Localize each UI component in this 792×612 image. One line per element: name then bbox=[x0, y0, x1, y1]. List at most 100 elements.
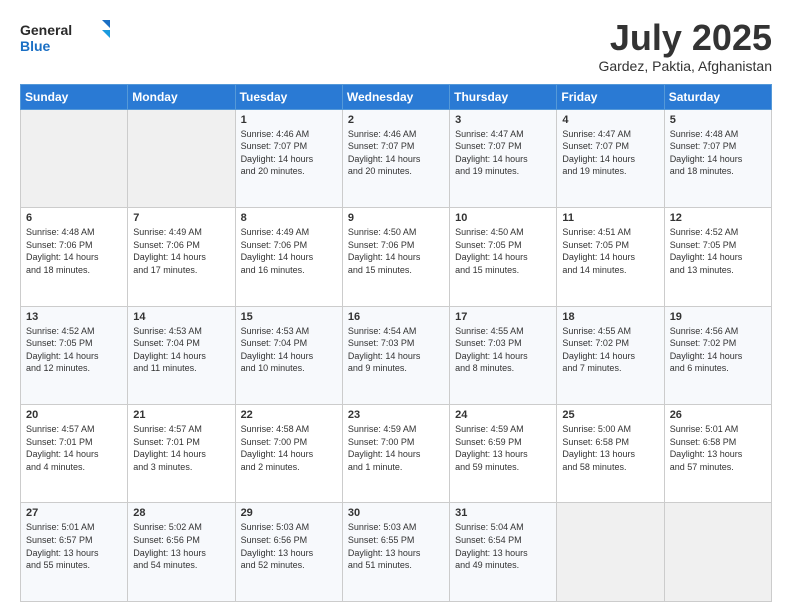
header-day-wednesday: Wednesday bbox=[342, 84, 449, 109]
day-cell: 14 Sunrise: 4:53 AM Sunset: 7:04 PM Dayli… bbox=[128, 306, 235, 404]
day-cell: 18 Sunrise: 4:55 AM Sunset: 7:02 PM Dayli… bbox=[557, 306, 664, 404]
day-number: 25 bbox=[562, 409, 658, 421]
day-info: Sunrise: 5:03 AM Sunset: 6:55 PM Dayligh… bbox=[348, 521, 444, 571]
day-number: 31 bbox=[455, 507, 551, 519]
day-info: Sunrise: 4:54 AM Sunset: 7:03 PM Dayligh… bbox=[348, 325, 444, 375]
day-cell: 1 Sunrise: 4:46 AM Sunset: 7:07 PM Daylig… bbox=[235, 109, 342, 207]
day-cell: 11 Sunrise: 4:51 AM Sunset: 7:05 PM Dayli… bbox=[557, 208, 664, 306]
day-number: 27 bbox=[26, 507, 122, 519]
day-cell: 16 Sunrise: 4:54 AM Sunset: 7:03 PM Dayli… bbox=[342, 306, 449, 404]
day-cell: 31 Sunrise: 5:04 AM Sunset: 6:54 PM Dayli… bbox=[450, 503, 557, 602]
day-cell: 24 Sunrise: 4:59 AM Sunset: 6:59 PM Dayli… bbox=[450, 405, 557, 503]
day-info: Sunrise: 4:47 AM Sunset: 7:07 PM Dayligh… bbox=[562, 128, 658, 178]
day-cell: 26 Sunrise: 5:01 AM Sunset: 6:58 PM Dayli… bbox=[664, 405, 771, 503]
day-cell: 20Sunrise: 4:57 AM Sunset: 7:01 PM Dayli… bbox=[21, 405, 128, 503]
day-info: Sunrise: 4:50 AM Sunset: 7:05 PM Dayligh… bbox=[455, 226, 551, 276]
day-info: Sunrise: 4:51 AM Sunset: 7:05 PM Dayligh… bbox=[562, 226, 658, 276]
header-day-saturday: Saturday bbox=[664, 84, 771, 109]
day-number: 11 bbox=[562, 212, 658, 224]
day-info: Sunrise: 4:58 AM Sunset: 7:00 PM Dayligh… bbox=[241, 423, 337, 473]
day-number: 21 bbox=[133, 409, 229, 421]
day-info: Sunrise: 4:48 AM Sunset: 7:06 PM Dayligh… bbox=[26, 226, 122, 276]
day-cell: 4 Sunrise: 4:47 AM Sunset: 7:07 PM Daylig… bbox=[557, 109, 664, 207]
day-info: Sunrise: 4:50 AM Sunset: 7:06 PM Dayligh… bbox=[348, 226, 444, 276]
calendar: SundayMondayTuesdayWednesdayThursdayFrid… bbox=[20, 84, 772, 602]
day-cell: 25 Sunrise: 5:00 AM Sunset: 6:58 PM Dayli… bbox=[557, 405, 664, 503]
day-info: Sunrise: 5:01 AM Sunset: 6:58 PM Dayligh… bbox=[670, 423, 766, 473]
day-number: 12 bbox=[670, 212, 766, 224]
day-info: Sunrise: 4:57 AM Sunset: 7:01 PM Dayligh… bbox=[26, 423, 122, 473]
day-info: Sunrise: 4:53 AM Sunset: 7:04 PM Dayligh… bbox=[133, 325, 229, 375]
week-row-4: 20Sunrise: 4:57 AM Sunset: 7:01 PM Dayli… bbox=[21, 405, 772, 503]
title-block: July 2025 Gardez, Paktia, Afghanistan bbox=[598, 18, 772, 74]
day-cell: 8Sunrise: 4:49 AM Sunset: 7:06 PM Daylig… bbox=[235, 208, 342, 306]
header-day-monday: Monday bbox=[128, 84, 235, 109]
day-info: Sunrise: 5:00 AM Sunset: 6:58 PM Dayligh… bbox=[562, 423, 658, 473]
day-info: Sunrise: 4:46 AM Sunset: 7:07 PM Dayligh… bbox=[241, 128, 337, 178]
day-info: Sunrise: 4:48 AM Sunset: 7:07 PM Dayligh… bbox=[670, 128, 766, 178]
day-number: 23 bbox=[348, 409, 444, 421]
day-number: 5 bbox=[670, 114, 766, 126]
day-cell: 2 Sunrise: 4:46 AM Sunset: 7:07 PM Daylig… bbox=[342, 109, 449, 207]
day-number: 1 bbox=[241, 114, 337, 126]
logo-svg: General Blue bbox=[20, 18, 110, 56]
day-number: 24 bbox=[455, 409, 551, 421]
day-cell bbox=[664, 503, 771, 602]
day-number: 4 bbox=[562, 114, 658, 126]
week-row-1: 1 Sunrise: 4:46 AM Sunset: 7:07 PM Daylig… bbox=[21, 109, 772, 207]
week-row-3: 13Sunrise: 4:52 AM Sunset: 7:05 PM Dayli… bbox=[21, 306, 772, 404]
location: Gardez, Paktia, Afghanistan bbox=[598, 58, 772, 74]
day-info: Sunrise: 4:59 AM Sunset: 6:59 PM Dayligh… bbox=[455, 423, 551, 473]
day-info: Sunrise: 4:55 AM Sunset: 7:02 PM Dayligh… bbox=[562, 325, 658, 375]
header-day-sunday: Sunday bbox=[21, 84, 128, 109]
day-cell: 28Sunrise: 5:02 AM Sunset: 6:56 PM Dayli… bbox=[128, 503, 235, 602]
day-number: 29 bbox=[241, 507, 337, 519]
day-info: Sunrise: 4:47 AM Sunset: 7:07 PM Dayligh… bbox=[455, 128, 551, 178]
day-cell: 30 Sunrise: 5:03 AM Sunset: 6:55 PM Dayli… bbox=[342, 503, 449, 602]
day-info: Sunrise: 4:53 AM Sunset: 7:04 PM Dayligh… bbox=[241, 325, 337, 375]
week-row-2: 6 Sunrise: 4:48 AM Sunset: 7:06 PM Daylig… bbox=[21, 208, 772, 306]
header-row: SundayMondayTuesdayWednesdayThursdayFrid… bbox=[21, 84, 772, 109]
day-cell: 3Sunrise: 4:47 AM Sunset: 7:07 PM Daylig… bbox=[450, 109, 557, 207]
day-info: Sunrise: 4:55 AM Sunset: 7:03 PM Dayligh… bbox=[455, 325, 551, 375]
day-number: 9 bbox=[348, 212, 444, 224]
day-cell: 17Sunrise: 4:55 AM Sunset: 7:03 PM Dayli… bbox=[450, 306, 557, 404]
day-cell: 13Sunrise: 4:52 AM Sunset: 7:05 PM Dayli… bbox=[21, 306, 128, 404]
day-info: Sunrise: 5:03 AM Sunset: 6:56 PM Dayligh… bbox=[241, 521, 337, 571]
day-number: 8 bbox=[241, 212, 337, 224]
day-number: 26 bbox=[670, 409, 766, 421]
day-cell: 5 Sunrise: 4:48 AM Sunset: 7:07 PM Daylig… bbox=[664, 109, 771, 207]
day-cell: 9 Sunrise: 4:50 AM Sunset: 7:06 PM Daylig… bbox=[342, 208, 449, 306]
svg-text:General: General bbox=[20, 22, 72, 38]
day-info: Sunrise: 4:56 AM Sunset: 7:02 PM Dayligh… bbox=[670, 325, 766, 375]
day-cell: 23Sunrise: 4:59 AM Sunset: 7:00 PM Dayli… bbox=[342, 405, 449, 503]
day-number: 6 bbox=[26, 212, 122, 224]
day-info: Sunrise: 4:46 AM Sunset: 7:07 PM Dayligh… bbox=[348, 128, 444, 178]
day-number: 14 bbox=[133, 311, 229, 323]
day-info: Sunrise: 5:01 AM Sunset: 6:57 PM Dayligh… bbox=[26, 521, 122, 571]
day-cell: 29 Sunrise: 5:03 AM Sunset: 6:56 PM Dayli… bbox=[235, 503, 342, 602]
header-day-friday: Friday bbox=[557, 84, 664, 109]
day-info: Sunrise: 4:57 AM Sunset: 7:01 PM Dayligh… bbox=[133, 423, 229, 473]
day-info: Sunrise: 5:04 AM Sunset: 6:54 PM Dayligh… bbox=[455, 521, 551, 571]
day-number: 2 bbox=[348, 114, 444, 126]
logo: General Blue bbox=[20, 18, 110, 56]
day-cell: 12Sunrise: 4:52 AM Sunset: 7:05 PM Dayli… bbox=[664, 208, 771, 306]
day-cell: 10Sunrise: 4:50 AM Sunset: 7:05 PM Dayli… bbox=[450, 208, 557, 306]
day-number: 22 bbox=[241, 409, 337, 421]
day-cell: 15 Sunrise: 4:53 AM Sunset: 7:04 PM Dayli… bbox=[235, 306, 342, 404]
day-cell: 21 Sunrise: 4:57 AM Sunset: 7:01 PM Dayli… bbox=[128, 405, 235, 503]
day-cell: 22 Sunrise: 4:58 AM Sunset: 7:00 PM Dayli… bbox=[235, 405, 342, 503]
day-number: 30 bbox=[348, 507, 444, 519]
day-number: 13 bbox=[26, 311, 122, 323]
day-number: 18 bbox=[562, 311, 658, 323]
day-number: 16 bbox=[348, 311, 444, 323]
day-cell bbox=[21, 109, 128, 207]
header: General Blue July 2025 Gardez, Paktia, A… bbox=[20, 18, 772, 74]
day-number: 15 bbox=[241, 311, 337, 323]
day-cell: 6 Sunrise: 4:48 AM Sunset: 7:06 PM Daylig… bbox=[21, 208, 128, 306]
day-cell: 27 Sunrise: 5:01 AM Sunset: 6:57 PM Dayli… bbox=[21, 503, 128, 602]
day-info: Sunrise: 5:02 AM Sunset: 6:56 PM Dayligh… bbox=[133, 521, 229, 571]
day-info: Sunrise: 4:49 AM Sunset: 7:06 PM Dayligh… bbox=[133, 226, 229, 276]
week-row-5: 27 Sunrise: 5:01 AM Sunset: 6:57 PM Dayli… bbox=[21, 503, 772, 602]
